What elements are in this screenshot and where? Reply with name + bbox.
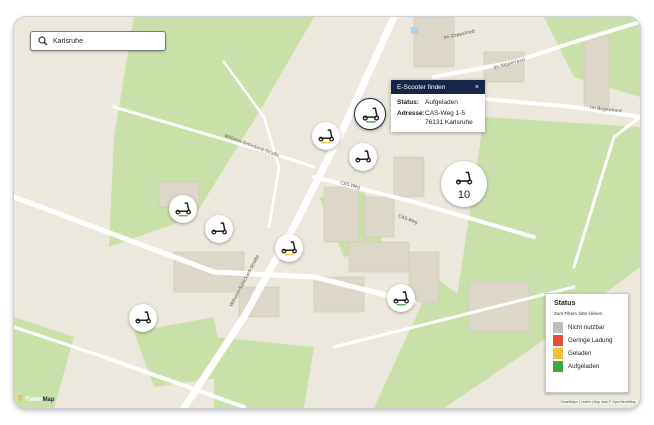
search-box[interactable] — [30, 31, 166, 51]
cluster-count: 10 — [457, 189, 471, 202]
legend-hint: Zum Filtern bitte klicken — [554, 311, 603, 316]
search-input[interactable] — [51, 37, 153, 45]
scooter-popup: E-Scooter finden × Status: Aufgeladen Ad… — [391, 80, 485, 132]
scooter-icon — [355, 150, 372, 163]
scooter-icon — [318, 129, 335, 144]
legend-item-nicht-nutzbar[interactable]: Nicht nutzbar — [553, 321, 628, 334]
address-label: Adresse: — [397, 110, 425, 117]
legend-item-aufgeladen[interactable]: Aufgeladen — [553, 360, 628, 373]
scooter-icon — [135, 311, 152, 324]
scooter-marker[interactable] — [387, 284, 415, 312]
scooter-marker[interactable] — [312, 122, 340, 150]
close-icon[interactable]: × — [475, 84, 479, 91]
water-marker — [411, 27, 418, 34]
logo-text: Tiefen — [25, 396, 43, 403]
scooter-marker[interactable] — [129, 304, 157, 332]
status-label: Status: — [397, 99, 420, 106]
legend-item-geringe-ladung[interactable]: Geringe Ladung — [553, 334, 628, 347]
legend-title: Status — [554, 300, 576, 307]
scooter-icon — [281, 241, 298, 256]
legend-label: Geringe Ladung — [568, 337, 613, 344]
legend-label: Aufgeladen — [568, 363, 600, 370]
address-line2: 76131 Karlsruhe — [425, 119, 473, 126]
address-line1: CAS-Weg 1-5 — [425, 110, 465, 117]
street-label: CAS-Weg — [397, 213, 418, 226]
scooter-marker[interactable] — [275, 234, 303, 262]
logo-text: Map — [42, 396, 55, 403]
status-legend: Status Zum Filtern bitte klicken Nicht n… — [545, 293, 629, 393]
scooter-marker[interactable] — [349, 143, 377, 171]
scooter-icon — [211, 222, 228, 235]
scooter-marker-selected[interactable] — [354, 98, 386, 130]
popup-header: E-Scooter finden × — [391, 80, 485, 94]
legend-swatch — [553, 348, 563, 359]
scooter-marker[interactable] — [205, 215, 233, 243]
legend-swatch — [553, 335, 563, 346]
scooter-marker[interactable] — [169, 195, 197, 223]
app-logo: Tiefen Map — [17, 395, 55, 404]
scooter-cluster[interactable]: 10 — [441, 161, 487, 207]
map-attribution[interactable]: SmartMaps | Leaflet | Map data © OpenStr… — [559, 400, 637, 404]
map-frame[interactable]: Wilhelm-Schickard-Straße Wilhelm-Schicka… — [14, 17, 640, 408]
legend-item-geladen[interactable]: Geladen — [553, 347, 628, 360]
search-icon[interactable] — [35, 33, 51, 49]
scooter-icon — [362, 107, 379, 123]
status-value: Aufgeladen — [425, 99, 458, 106]
legend-label: Nicht nutzbar — [568, 324, 605, 331]
legend-label: Geladen — [568, 350, 592, 357]
scooter-icon — [393, 291, 410, 306]
legend-swatch — [553, 322, 563, 333]
legend-swatch — [553, 361, 563, 372]
scooter-icon — [175, 202, 192, 217]
scooter-icon — [456, 171, 473, 185]
logo-icon — [18, 395, 23, 404]
popup-title: E-Scooter finden — [397, 83, 446, 91]
